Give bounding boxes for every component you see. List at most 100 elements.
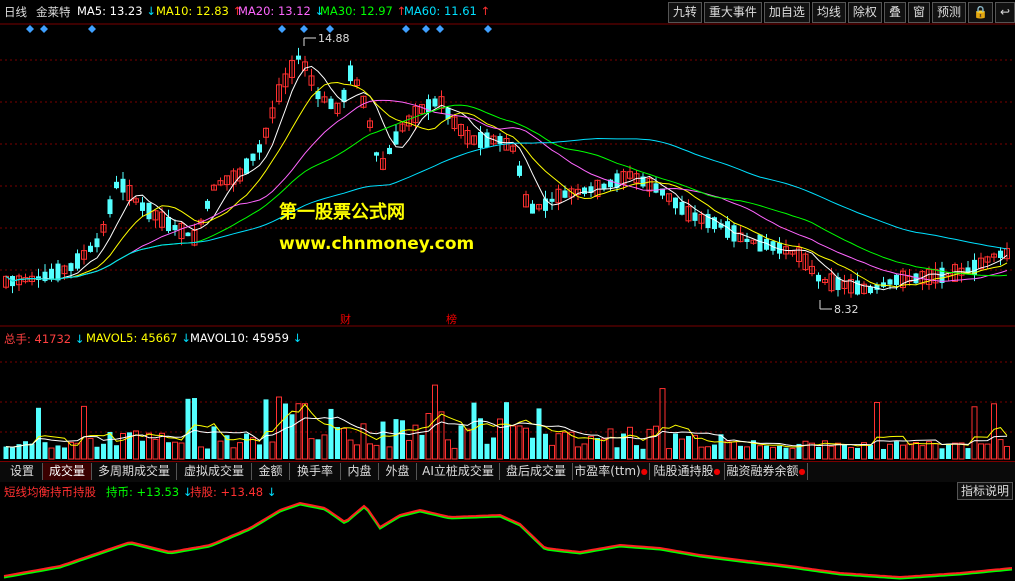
volume-bar	[335, 427, 340, 459]
candle-body	[120, 178, 126, 193]
volume-bar	[23, 441, 28, 459]
watermark-url: www.chnmoney.com	[279, 234, 475, 254]
candle-body	[998, 250, 1003, 259]
low-price-label: 8.32	[834, 303, 859, 316]
tab-volume[interactable]: 成交量	[43, 463, 92, 480]
volume-bar	[406, 439, 412, 460]
annotation-finance[interactable]: 财	[340, 311, 351, 327]
candle-body	[887, 279, 893, 285]
volume-bar	[224, 435, 230, 459]
candle-body	[757, 234, 763, 252]
candle-body	[55, 263, 61, 281]
volume-bar	[679, 438, 685, 460]
volume-bar	[315, 439, 321, 459]
volume-bar	[504, 402, 509, 459]
volume-bar	[543, 433, 548, 459]
candle-body	[393, 131, 399, 145]
volume-bar	[87, 438, 94, 460]
candle-body	[328, 98, 334, 110]
volume-bar	[42, 442, 48, 459]
volume-bar	[263, 399, 269, 459]
hold-stock-label: 持股: +13.48 ↓	[190, 485, 277, 499]
volume-bar	[607, 428, 614, 460]
candle-body	[744, 238, 750, 242]
volume-bar	[81, 405, 87, 460]
candle-body	[185, 232, 191, 237]
tab-turnover[interactable]: 换手率	[290, 463, 341, 480]
tab-virtual-volume[interactable]: 虚拟成交量	[177, 463, 252, 480]
candle-body	[172, 225, 178, 231]
volume-bar	[62, 447, 67, 459]
volume-bar	[386, 446, 393, 460]
volume-bar	[874, 401, 880, 460]
volume-bar	[575, 446, 581, 460]
tab-multi-period-volume[interactable]: 多周期成交量	[92, 463, 177, 480]
tab-margin-balance[interactable]: 融资融券余额●	[725, 463, 808, 480]
volume-bar	[419, 434, 425, 459]
indicator-help-button[interactable]: 指标说明	[956, 482, 1013, 500]
volume-total-label: 总手: 41732 ↓	[4, 332, 85, 346]
tab-after-hours-volume[interactable]: 盘后成交量	[500, 463, 573, 480]
volume-bar	[686, 435, 691, 459]
candle-body	[868, 286, 873, 294]
volume-bar	[881, 448, 886, 459]
tab-inner-volume[interactable]: 内盘	[341, 463, 379, 480]
volume-bar	[712, 444, 717, 459]
volume-bar	[816, 446, 821, 459]
volume-bar	[166, 442, 171, 459]
volume-bar	[828, 445, 835, 460]
tab-northbound-holding[interactable]: 陆股通持股●	[650, 463, 725, 480]
candle-body	[257, 144, 262, 153]
tab-outer-volume[interactable]: 外盘	[379, 463, 417, 480]
volume-bar	[764, 445, 769, 459]
volume-bar	[855, 447, 860, 459]
tab-ai-volume[interactable]: AI立桩成交量	[417, 463, 500, 480]
volume-bar	[250, 437, 256, 460]
volume-bar	[347, 439, 354, 460]
candle-body	[296, 55, 301, 60]
volume-bar	[205, 448, 210, 459]
volume-bar	[887, 443, 893, 460]
volume-bar	[458, 425, 464, 459]
candle-body	[146, 202, 152, 220]
volume-bar	[705, 446, 711, 460]
event-diamond-icon-1	[40, 25, 48, 33]
candle-body	[601, 183, 607, 189]
candle-body	[244, 158, 249, 174]
volume-bar	[464, 428, 471, 460]
tab-amount[interactable]: 金额	[252, 463, 290, 480]
volume-bar	[491, 437, 496, 459]
indicator-name: 短线均衡持币持股	[4, 485, 96, 499]
volume-bar	[536, 408, 542, 459]
volume-bar	[393, 419, 399, 459]
volume-bar	[640, 448, 646, 459]
volume-bar	[308, 438, 315, 460]
volume-bar	[354, 444, 360, 460]
volume-bar	[114, 445, 119, 459]
volume-bar	[516, 425, 523, 460]
volume-bar	[744, 446, 750, 460]
volume-bar	[237, 442, 243, 460]
volume-bar	[1004, 445, 1010, 460]
volume-bar	[634, 445, 639, 459]
candle-body	[75, 253, 80, 269]
volume-bar	[789, 447, 796, 460]
volume-bar	[48, 447, 55, 460]
volume-bar	[29, 443, 35, 459]
volume-bar	[894, 441, 899, 459]
volume-bar	[302, 403, 308, 460]
volume-bar	[328, 408, 334, 459]
tab-pe-ttm[interactable]: 市盈率(ttm)●	[573, 463, 650, 480]
tab-settings[interactable]: 设置	[2, 463, 43, 480]
candle-body	[140, 202, 145, 211]
volume-bar	[965, 448, 971, 459]
volume-bar	[367, 443, 373, 460]
volume-bar	[289, 414, 295, 459]
volume-bar	[770, 446, 776, 460]
candle-body	[49, 268, 54, 280]
candle-body	[250, 153, 256, 161]
volume-bar	[438, 411, 445, 460]
volume-bar	[581, 443, 588, 460]
volume-bar	[425, 412, 432, 460]
annotation-list[interactable]: 榜	[446, 311, 457, 327]
